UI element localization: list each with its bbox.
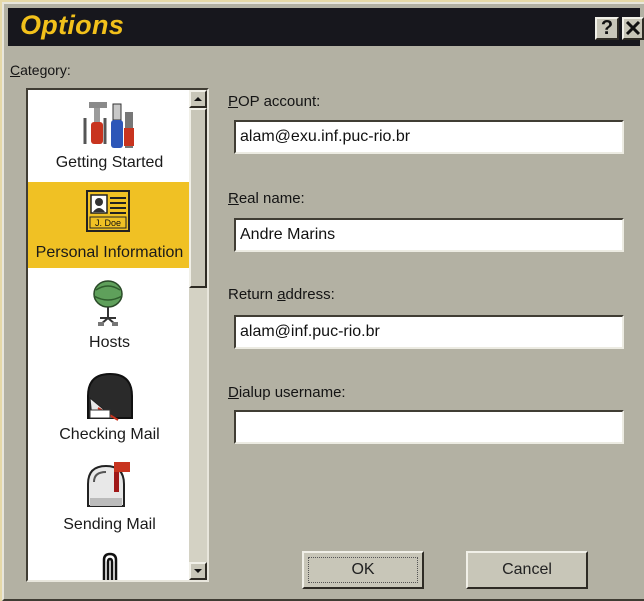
real-name-label-accel: R <box>228 190 239 207</box>
real-name-field[interactable]: Andre Marins <box>234 218 624 252</box>
category-label: Category: <box>10 62 71 78</box>
dialup-username-label-accel: D <box>228 384 239 401</box>
close-button[interactable] <box>622 17 644 40</box>
category-item-label: Hosts <box>89 334 130 351</box>
return-address-label: Return address: <box>228 286 335 303</box>
pop-account-label-text: OP account: <box>238 93 321 110</box>
paperclip-icon <box>102 552 118 580</box>
category-item-label: Getting Started <box>55 154 164 171</box>
category-scrollbar[interactable] <box>189 90 207 580</box>
return-address-label-text: ddress: <box>285 286 335 303</box>
mailbox-open-icon <box>87 372 133 421</box>
real-name-label-text: eal name: <box>238 190 305 207</box>
mailbox-flag-icon <box>87 462 130 507</box>
title-bar[interactable]: Options ? <box>8 8 644 46</box>
return-address-field[interactable]: alam@inf.puc-rio.br <box>234 315 624 349</box>
tools-icon <box>83 102 134 148</box>
cancel-button[interactable]: Cancel <box>466 551 588 589</box>
category-item-checking-mail[interactable]: Checking Mail <box>28 362 191 448</box>
dialup-username-label: Dialup username: <box>228 384 346 401</box>
category-label-text: ategory: <box>20 62 71 78</box>
category-item-label: Checking Mail <box>59 426 160 443</box>
ok-button[interactable]: OK <box>302 551 424 589</box>
help-button[interactable]: ? <box>595 17 619 40</box>
id-card-text: J. Doe <box>95 218 121 228</box>
dialup-username-label-text: ialup username: <box>238 384 346 401</box>
category-item-attachments[interactable] <box>28 542 191 580</box>
scrollbar-thumb[interactable] <box>189 108 207 288</box>
return-address-label-pre: Return <box>228 286 278 303</box>
category-list[interactable]: Getting Started J. Doe Personal Informat… <box>26 88 209 582</box>
real-name-label: Real name: <box>228 190 305 207</box>
pop-account-label: POP account: <box>228 93 320 110</box>
category-item-label: Personal Information <box>35 244 184 261</box>
pop-account-field[interactable]: alam@exu.inf.puc-rio.br <box>234 120 624 154</box>
dialup-username-field[interactable] <box>234 410 624 444</box>
return-address-label-accel: a <box>277 286 286 303</box>
category-item-sending-mail[interactable]: Sending Mail <box>28 452 191 538</box>
dialog-title: Options <box>20 10 125 40</box>
category-label-accel: C <box>10 62 21 78</box>
category-item-hosts[interactable]: Hosts <box>28 274 191 360</box>
category-item-label: Sending Mail <box>63 516 156 533</box>
category-item-personal-information[interactable]: J. Doe Personal Information <box>28 182 191 268</box>
close-icon <box>625 20 641 36</box>
arrow-down-icon <box>194 569 202 573</box>
scroll-down-button[interactable] <box>189 562 207 580</box>
network-globe-icon <box>93 280 123 326</box>
scroll-up-button[interactable] <box>189 90 207 108</box>
category-list-items: Getting Started J. Doe Personal Informat… <box>28 90 191 580</box>
arrow-up-icon <box>194 97 202 101</box>
pop-account-label-accel: P <box>228 93 239 110</box>
category-item-getting-started[interactable]: Getting Started <box>28 90 191 176</box>
id-card-icon: J. Doe <box>86 190 130 232</box>
